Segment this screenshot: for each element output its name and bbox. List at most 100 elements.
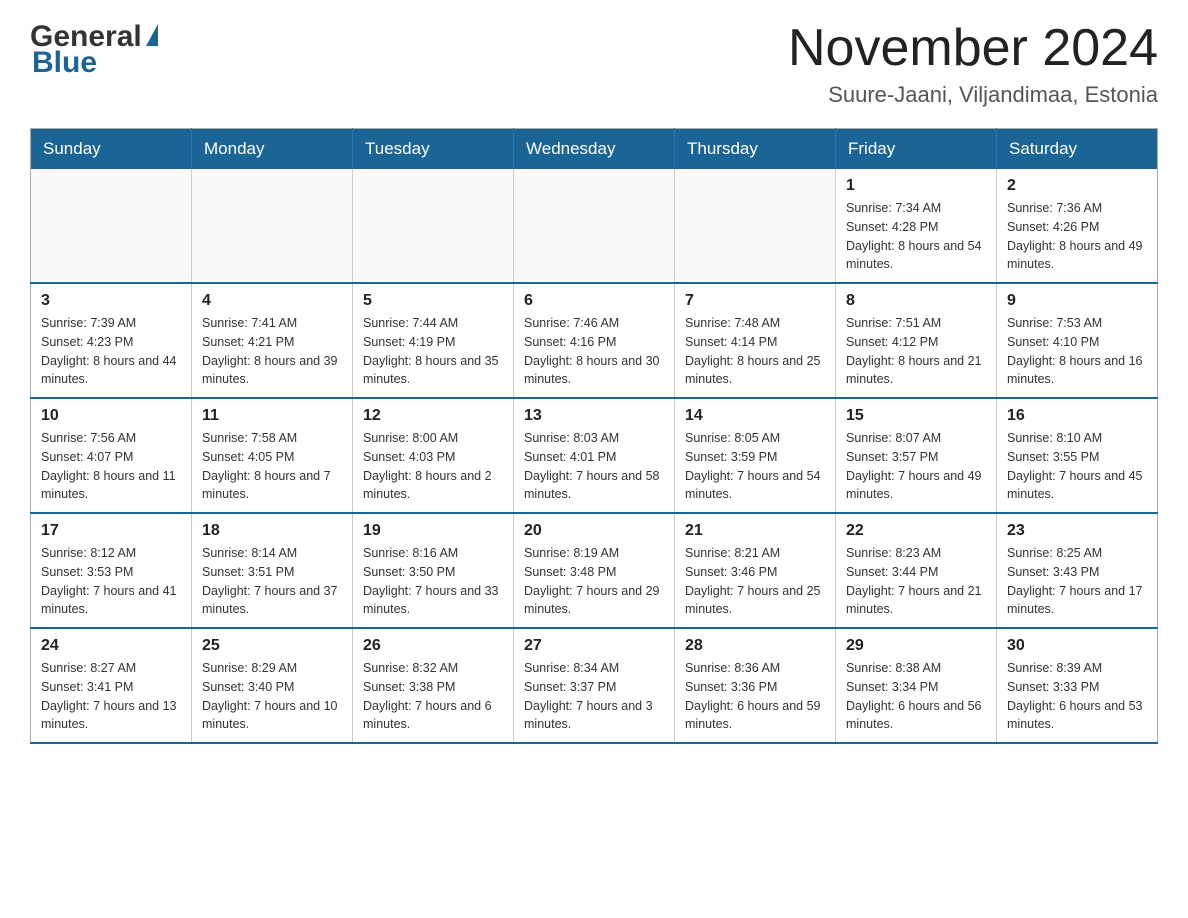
day-number: 29: [846, 637, 986, 655]
day-info: Sunrise: 8:10 AM Sunset: 3:55 PM Dayligh…: [1007, 429, 1147, 504]
day-number: 14: [685, 407, 825, 425]
day-info: Sunrise: 8:19 AM Sunset: 3:48 PM Dayligh…: [524, 544, 664, 619]
calendar-cell: 7 Sunrise: 7:48 AM Sunset: 4:14 PM Daylig…: [675, 283, 836, 398]
calendar-cell: 20 Sunrise: 8:19 AM Sunset: 3:48 PM Dayli…: [514, 513, 675, 628]
weekday-header-saturday: Saturday: [997, 129, 1158, 170]
day-info: Sunrise: 8:29 AM Sunset: 3:40 PM Dayligh…: [202, 659, 342, 734]
calendar-cell: 10 Sunrise: 7:56 AM Sunset: 4:07 PM Dayli…: [31, 398, 192, 513]
day-number: 5: [363, 292, 503, 310]
day-number: 26: [363, 637, 503, 655]
calendar-cell: 15Sunrise: 8:07 AM Sunset: 3:57 PM Dayli…: [836, 398, 997, 513]
weekday-header-sunday: Sunday: [31, 129, 192, 170]
calendar-cell: 13 Sunrise: 8:03 AM Sunset: 4:01 PM Dayli…: [514, 398, 675, 513]
calendar-cell: 23 Sunrise: 8:25 AM Sunset: 3:43 PM Dayli…: [997, 513, 1158, 628]
calendar-cell: 30 Sunrise: 8:39 AM Sunset: 3:33 PM Dayli…: [997, 628, 1158, 743]
day-info: Sunrise: 7:34 AM Sunset: 4:28 PM Dayligh…: [846, 199, 986, 274]
calendar-cell: 29 Sunrise: 8:38 AM Sunset: 3:34 PM Dayli…: [836, 628, 997, 743]
day-info: Sunrise: 8:05 AM Sunset: 3:59 PM Dayligh…: [685, 429, 825, 504]
day-number: 18: [202, 522, 342, 540]
day-info: Sunrise: 8:34 AM Sunset: 3:37 PM Dayligh…: [524, 659, 664, 734]
day-number: 30: [1007, 637, 1147, 655]
day-number: 21: [685, 522, 825, 540]
calendar-cell: 26 Sunrise: 8:32 AM Sunset: 3:38 PM Dayli…: [353, 628, 514, 743]
weekday-header-thursday: Thursday: [675, 129, 836, 170]
week-row-5: 24 Sunrise: 8:27 AM Sunset: 3:41 PM Dayli…: [31, 628, 1158, 743]
day-info: Sunrise: 7:51 AM Sunset: 4:12 PM Dayligh…: [846, 314, 986, 389]
title-area: November 2024 Suure-Jaani, Viljandimaa, …: [788, 20, 1158, 108]
day-info: Sunrise: 8:03 AM Sunset: 4:01 PM Dayligh…: [524, 429, 664, 504]
week-row-3: 10 Sunrise: 7:56 AM Sunset: 4:07 PM Dayli…: [31, 398, 1158, 513]
day-info: Sunrise: 7:44 AM Sunset: 4:19 PM Dayligh…: [363, 314, 503, 389]
logo-blue: Blue: [32, 46, 97, 80]
day-info: Sunrise: 7:48 AM Sunset: 4:14 PM Dayligh…: [685, 314, 825, 389]
day-info: Sunrise: 8:32 AM Sunset: 3:38 PM Dayligh…: [363, 659, 503, 734]
calendar-cell: 3 Sunrise: 7:39 AM Sunset: 4:23 PM Daylig…: [31, 283, 192, 398]
day-number: 6: [524, 292, 664, 310]
day-info: Sunrise: 8:39 AM Sunset: 3:33 PM Dayligh…: [1007, 659, 1147, 734]
day-info: Sunrise: 8:12 AM Sunset: 3:53 PM Dayligh…: [41, 544, 181, 619]
day-info: Sunrise: 7:46 AM Sunset: 4:16 PM Dayligh…: [524, 314, 664, 389]
calendar-cell: 9Sunrise: 7:53 AM Sunset: 4:10 PM Daylig…: [997, 283, 1158, 398]
day-number: 19: [363, 522, 503, 540]
calendar-table: SundayMondayTuesdayWednesdayThursdayFrid…: [30, 128, 1158, 744]
day-number: 8: [846, 292, 986, 310]
day-info: Sunrise: 8:25 AM Sunset: 3:43 PM Dayligh…: [1007, 544, 1147, 619]
calendar-cell: 16 Sunrise: 8:10 AM Sunset: 3:55 PM Dayli…: [997, 398, 1158, 513]
day-number: 17: [41, 522, 181, 540]
day-number: 7: [685, 292, 825, 310]
calendar-cell: 1 Sunrise: 7:34 AM Sunset: 4:28 PM Daylig…: [836, 169, 997, 283]
day-info: Sunrise: 8:23 AM Sunset: 3:44 PM Dayligh…: [846, 544, 986, 619]
day-number: 15: [846, 407, 986, 425]
week-row-1: 1 Sunrise: 7:34 AM Sunset: 4:28 PM Daylig…: [31, 169, 1158, 283]
calendar-cell: 22 Sunrise: 8:23 AM Sunset: 3:44 PM Dayli…: [836, 513, 997, 628]
day-number: 3: [41, 292, 181, 310]
day-number: 20: [524, 522, 664, 540]
day-info: Sunrise: 8:16 AM Sunset: 3:50 PM Dayligh…: [363, 544, 503, 619]
day-number: 2: [1007, 177, 1147, 195]
day-number: 1: [846, 177, 986, 195]
day-info: Sunrise: 8:36 AM Sunset: 3:36 PM Dayligh…: [685, 659, 825, 734]
day-info: Sunrise: 8:21 AM Sunset: 3:46 PM Dayligh…: [685, 544, 825, 619]
day-info: Sunrise: 7:56 AM Sunset: 4:07 PM Dayligh…: [41, 429, 181, 504]
day-info: Sunrise: 7:41 AM Sunset: 4:21 PM Dayligh…: [202, 314, 342, 389]
calendar-title: November 2024: [788, 20, 1158, 77]
day-number: 16: [1007, 407, 1147, 425]
calendar-cell: 25 Sunrise: 8:29 AM Sunset: 3:40 PM Dayli…: [192, 628, 353, 743]
day-number: 28: [685, 637, 825, 655]
weekday-header-friday: Friday: [836, 129, 997, 170]
day-info: Sunrise: 8:27 AM Sunset: 3:41 PM Dayligh…: [41, 659, 181, 734]
day-number: 25: [202, 637, 342, 655]
calendar-subtitle: Suure-Jaani, Viljandimaa, Estonia: [788, 82, 1158, 108]
header: General Blue November 2024 Suure-Jaani, …: [30, 20, 1158, 108]
week-row-2: 3 Sunrise: 7:39 AM Sunset: 4:23 PM Daylig…: [31, 283, 1158, 398]
day-number: 13: [524, 407, 664, 425]
day-number: 10: [41, 407, 181, 425]
weekday-header-wednesday: Wednesday: [514, 129, 675, 170]
calendar-cell: 11Sunrise: 7:58 AM Sunset: 4:05 PM Dayli…: [192, 398, 353, 513]
calendar-cell: 6 Sunrise: 7:46 AM Sunset: 4:16 PM Daylig…: [514, 283, 675, 398]
calendar-cell: 21 Sunrise: 8:21 AM Sunset: 3:46 PM Dayli…: [675, 513, 836, 628]
day-info: Sunrise: 7:39 AM Sunset: 4:23 PM Dayligh…: [41, 314, 181, 389]
day-info: Sunrise: 7:36 AM Sunset: 4:26 PM Dayligh…: [1007, 199, 1147, 274]
logo: General Blue: [30, 20, 158, 80]
weekday-header-tuesday: Tuesday: [353, 129, 514, 170]
weekday-header-row: SundayMondayTuesdayWednesdayThursdayFrid…: [31, 129, 1158, 170]
day-number: 24: [41, 637, 181, 655]
calendar-cell: [675, 169, 836, 283]
calendar-cell: 18 Sunrise: 8:14 AM Sunset: 3:51 PM Dayli…: [192, 513, 353, 628]
day-number: 27: [524, 637, 664, 655]
day-number: 23: [1007, 522, 1147, 540]
day-info: Sunrise: 8:14 AM Sunset: 3:51 PM Dayligh…: [202, 544, 342, 619]
calendar-cell: 17 Sunrise: 8:12 AM Sunset: 3:53 PM Dayli…: [31, 513, 192, 628]
day-number: 12: [363, 407, 503, 425]
calendar-cell: 24 Sunrise: 8:27 AM Sunset: 3:41 PM Dayli…: [31, 628, 192, 743]
day-info: Sunrise: 8:00 AM Sunset: 4:03 PM Dayligh…: [363, 429, 503, 504]
calendar-cell: 2 Sunrise: 7:36 AM Sunset: 4:26 PM Daylig…: [997, 169, 1158, 283]
day-info: Sunrise: 8:38 AM Sunset: 3:34 PM Dayligh…: [846, 659, 986, 734]
calendar-cell: [353, 169, 514, 283]
logo-triangle-icon: [146, 24, 158, 46]
day-number: 22: [846, 522, 986, 540]
day-number: 4: [202, 292, 342, 310]
day-info: Sunrise: 7:53 AM Sunset: 4:10 PM Dayligh…: [1007, 314, 1147, 389]
calendar-cell: 14 Sunrise: 8:05 AM Sunset: 3:59 PM Dayli…: [675, 398, 836, 513]
